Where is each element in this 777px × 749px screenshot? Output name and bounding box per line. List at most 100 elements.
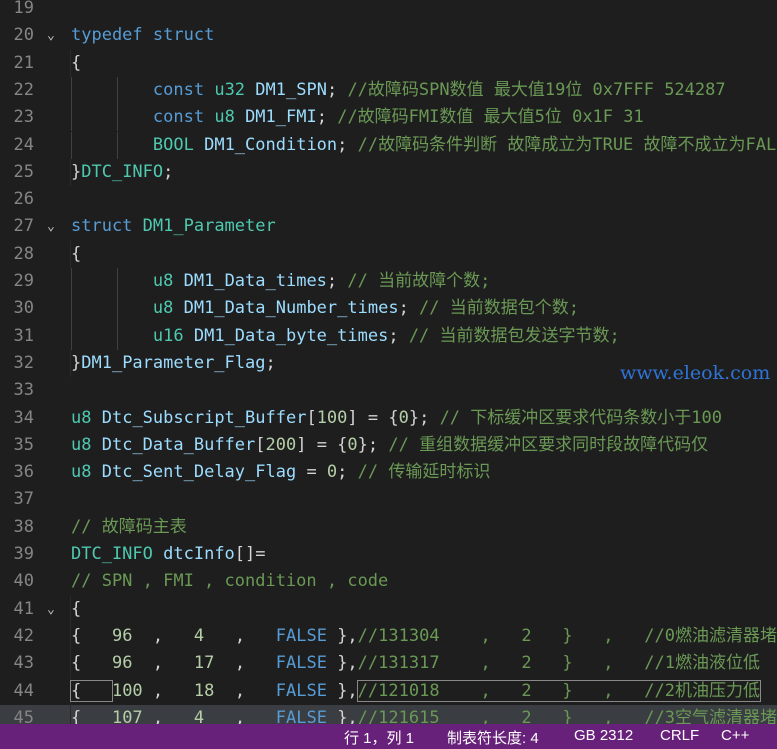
code-token: { (71, 625, 112, 646)
code-token: , (204, 625, 276, 646)
code-text[interactable]: { 96 , 17 , FALSE },//131317 , 2 } , //1… (71, 650, 760, 677)
language-mode[interactable]: C++ (721, 727, 749, 744)
code-token: { (71, 598, 82, 619)
code-text[interactable]: }DM1_Parameter_Flag; (71, 350, 276, 377)
code-line[interactable]: 39 DTC_INFO dtcInfo[]= (0, 541, 777, 568)
code-line[interactable]: 30 u8 DM1_Data_Number_times; // 当前数据包个数; (0, 295, 777, 323)
code-text[interactable]: // SPN , FMI , condition , code (71, 568, 388, 595)
code-line[interactable]: 44 { 100 , 18 , FALSE },//121018 , 2 } , … (0, 677, 777, 705)
code-text[interactable]: // 故障码主表 (71, 514, 187, 541)
code-line[interactable]: 37 (0, 486, 777, 513)
code-text[interactable]: { 96 , 4 , FALSE },//131304 , 2 } , //0燃… (71, 623, 777, 650)
code-token: , (142, 680, 194, 701)
tab-size[interactable]: 制表符长度: 4 (447, 727, 539, 748)
code-line[interactable]: 38 // 故障码主表 (0, 514, 777, 541)
code-line[interactable]: 28 { (0, 240, 777, 268)
code-token: { (70, 679, 113, 702)
code-text[interactable]: u8 Dtc_Data_Buffer[200] = {0}; // 重组数据缓冲… (71, 432, 708, 459)
code-token: DM1_Parameter (142, 216, 276, 237)
code-text[interactable]: typedef struct (71, 22, 214, 49)
code-line[interactable]: 25 }DTC_INFO; (0, 158, 777, 187)
code-token: 4 (193, 625, 205, 646)
code-token: // 当前故障个数; (347, 271, 491, 291)
code-line[interactable]: 34 u8 Dtc_Subscript_Buffer[100] = {0}; //… (0, 405, 777, 432)
line-number: 25 (13, 161, 34, 182)
code-line[interactable]: 42 { 96 , 4 , FALSE },//131304 , 2 } , //… (0, 622, 777, 651)
code-token: u8 (71, 462, 92, 483)
code-token: // 故障码主表 (71, 516, 187, 537)
line-number: 36 (13, 462, 34, 483)
code-line[interactable]: 23 const u8 DM1_FMI; //故障码FMI数值 最大值5位 0x… (0, 104, 777, 132)
code-token: ; (388, 325, 409, 346)
code-token: ; (337, 134, 358, 155)
code-token: = (296, 462, 327, 483)
line-number: 30 (13, 298, 34, 319)
code-line[interactable]: 36 u8 Dtc_Sent_Delay_Flag = 0; // 传输延时标识 (0, 459, 777, 486)
code-text[interactable]: }DTC_INFO; (71, 159, 173, 186)
code-token: ; (326, 271, 348, 291)
line-number: 31 (13, 325, 34, 346)
code-text[interactable]: BOOL DM1_Condition; //故障码条件判断 故障成立为TRUE … (71, 132, 777, 159)
code-text[interactable]: u8 Dtc_Subscript_Buffer[100] = {0}; // 下… (71, 405, 722, 432)
code-token: //故障码SPN数值 最大值19位 0x7FFF 524287 (347, 79, 726, 100)
code-line[interactable]: 31 u16 DM1_Data_byte_times; // 当前数据包发送字节… (0, 322, 777, 350)
code-line[interactable]: 26 (0, 186, 777, 213)
code-token: 17 (193, 653, 215, 674)
code-text[interactable]: { (71, 50, 81, 77)
code-line[interactable]: 21 { (0, 49, 777, 77)
code-text[interactable]: { (71, 596, 81, 623)
code-token: BOOL (152, 134, 194, 155)
code-token: } (71, 161, 82, 182)
code-line[interactable]: 43 { 96 , 17 , FALSE },//131317 , 2 } , /… (0, 650, 777, 678)
code-line[interactable]: 35 u8 Dtc_Data_Buffer[200] = {0}; // 重组数据… (0, 432, 777, 459)
code-token: 200 (265, 434, 297, 455)
fold-chevron-icon[interactable]: ⌄ (47, 213, 55, 240)
code-line[interactable]: 22 const u32 DM1_SPN; //故障码SPN数值 最大值19位 … (0, 76, 777, 105)
code-text[interactable]: u8 DM1_Data_Number_times; // 当前数据包个数; (71, 295, 579, 322)
line-number: 28 (13, 243, 34, 264)
code-line[interactable]: 41 ⌄ { (0, 595, 777, 623)
code-token: Dtc_Subscript_Buffer (101, 407, 307, 428)
code-text[interactable]: u16 DM1_Data_byte_times; // 当前数据包发送字节数; (71, 323, 620, 350)
code-token: FALSE (275, 653, 327, 674)
code-token: u8 (214, 107, 235, 128)
cursor-position[interactable]: 行 1，列 1 (344, 727, 414, 748)
code-token: Dtc_Sent_Delay_Flag (101, 462, 297, 483)
code-text[interactable]: u8 DM1_Data_times; // 当前故障个数; (71, 268, 490, 295)
code-token: //121018 , 2 } , //2机油压力低 (356, 679, 761, 702)
code-text[interactable]: u8 Dtc_Sent_Delay_Flag = 0; // 传输延时标识 (71, 459, 490, 486)
code-token: ] = { (296, 434, 348, 455)
code-text[interactable]: struct DM1_Parameter (71, 213, 276, 240)
line-ending[interactable]: CRLF (660, 727, 699, 744)
code-line[interactable]: 29 u8 DM1_Data_times; // 当前故障个数; (0, 268, 777, 296)
code-token: 0 (398, 407, 409, 428)
file-encoding[interactable]: GB 2312 (574, 727, 633, 744)
code-line[interactable]: 20 ⌄ typedef struct (0, 22, 777, 49)
code-text[interactable]: { (71, 241, 81, 268)
fold-chevron-icon[interactable]: ⌄ (47, 596, 55, 623)
code-line[interactable]: 27 ⌄ struct DM1_Parameter (0, 213, 777, 240)
code-line[interactable]: 45 { 107 , 4 , FALSE },//121615 , 2 } , /… (0, 704, 777, 724)
code-line[interactable]: 19 (0, 0, 777, 22)
code-text[interactable]: { 100 , 18 , FALSE },//121018 , 2 } , //… (70, 678, 761, 705)
code-token: ; (163, 161, 174, 182)
code-text[interactable]: const u32 DM1_SPN; //故障码SPN数值 最大值19位 0x7… (71, 77, 726, 104)
code-token: //故障码FMI数值 最大值5位 0x1F 31 (337, 107, 644, 128)
code-text[interactable]: DTC_INFO dtcInfo[]= (71, 541, 266, 568)
code-text[interactable]: const u8 DM1_FMI; //故障码FMI数值 最大值5位 0x1F … (71, 104, 644, 131)
code-line[interactable]: 40 // SPN , FMI , condition , code (0, 568, 777, 595)
code-token: [ (306, 407, 317, 428)
code-text[interactable]: { 107 , 4 , FALSE },//121615 , 2 } , //3… (71, 705, 777, 724)
code-token: DM1_Data_Number_times (183, 298, 399, 319)
fold-chevron-icon[interactable]: ⌄ (47, 22, 55, 49)
code-line[interactable]: 24 BOOL DM1_Condition; //故障码条件判断 故障成立为TR… (0, 131, 777, 159)
line-number: 42 (13, 625, 34, 646)
line-number: 23 (13, 107, 34, 128)
